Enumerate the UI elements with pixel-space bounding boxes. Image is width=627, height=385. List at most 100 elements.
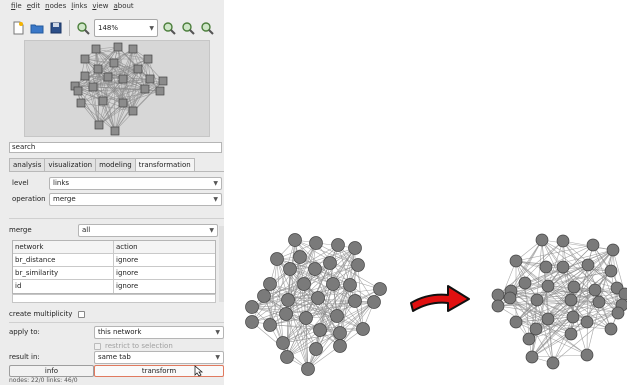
tab-visualization[interactable]: visualization [44, 158, 97, 171]
chevron-down-icon: ▼ [213, 180, 218, 187]
zoom-level-select[interactable]: 148% ▼ [94, 19, 158, 37]
apply-to-label: apply to: [9, 328, 40, 336]
merge-label: merge [9, 226, 32, 234]
graph-node [263, 318, 277, 332]
graph-node [91, 44, 101, 54]
create-multiplicity-checkbox[interactable] [78, 310, 86, 318]
graph-node [491, 288, 505, 302]
operation-value: merge [53, 195, 76, 203]
graph-node [518, 276, 532, 290]
graph-node [299, 311, 313, 325]
graph-node [348, 294, 362, 308]
open-button[interactable] [29, 20, 45, 36]
graph-node [546, 356, 560, 370]
table-row[interactable]: id ignore [13, 280, 215, 293]
graph-node [509, 315, 523, 329]
menu-nodes[interactable]: nodes [45, 2, 66, 14]
graph-node [333, 326, 347, 340]
table-row[interactable]: br_similarity ignore [13, 267, 215, 280]
column-header-action[interactable]: action [114, 241, 215, 253]
tab-bar: analysis visualization modeling transfor… [9, 158, 195, 172]
zoom-in-button[interactable] [161, 20, 177, 36]
apply-to-value: this network [98, 328, 142, 336]
info-button[interactable]: info [9, 365, 94, 377]
graph-node [373, 282, 387, 296]
graph-node [348, 241, 362, 255]
red-arrow-icon [410, 285, 470, 312]
graph-node [588, 283, 602, 297]
chevron-down-icon: ▼ [213, 196, 218, 203]
level-row: level links ▼ [9, 177, 224, 190]
zoom-reset-button[interactable] [199, 20, 215, 36]
action-cell[interactable]: ignore [114, 267, 215, 279]
graph-node [356, 322, 370, 336]
search-input[interactable]: search [9, 142, 222, 153]
merge-select[interactable]: all ▼ [78, 224, 218, 237]
graph-node [113, 42, 123, 52]
graph-node [606, 243, 620, 257]
chevron-down-icon: ▼ [149, 24, 154, 32]
graph-node [88, 82, 98, 92]
menu-about[interactable]: about [113, 2, 133, 14]
graph-node [564, 293, 578, 307]
graph-node [293, 250, 307, 264]
tab-transformation[interactable]: transformation [134, 158, 195, 172]
table-row[interactable]: br_distance ignore [13, 254, 215, 267]
graph-after-transform [491, 233, 627, 370]
column-header-network[interactable]: network [13, 241, 114, 253]
new-file-button[interactable] [10, 20, 26, 36]
graph-node [245, 315, 259, 329]
tab-modeling[interactable]: modeling [95, 158, 136, 171]
transform-button[interactable]: transform [94, 365, 224, 377]
graph-node [535, 233, 549, 247]
graph-node [503, 291, 517, 305]
level-label: level [12, 179, 29, 187]
level-value: links [53, 179, 70, 187]
empty-field [12, 294, 216, 303]
restrict-checkbox[interactable] [94, 342, 101, 350]
graph-node [343, 278, 357, 292]
graph-edge [294, 239, 356, 249]
graph-node [491, 299, 505, 313]
graph-node [76, 98, 86, 108]
menu-links[interactable]: links [71, 2, 87, 14]
chevron-down-icon: ▼ [209, 227, 214, 234]
network-cell: id [13, 280, 114, 293]
tab-analysis[interactable]: analysis [9, 158, 46, 171]
menu-view[interactable]: view [92, 2, 108, 14]
graph-node [118, 74, 128, 84]
save-button[interactable] [48, 20, 64, 36]
graph-node [530, 293, 544, 307]
graph-node [133, 64, 143, 74]
graph-node [611, 306, 625, 320]
graph-node [140, 84, 150, 94]
result-in-row: result in: same tab ▼ [0, 351, 224, 364]
apply-to-select[interactable]: this network ▼ [94, 326, 224, 339]
apply-to-row: apply to: this network ▼ [0, 326, 224, 339]
options-scrollbar[interactable] [219, 226, 224, 302]
operation-select[interactable]: merge ▼ [49, 193, 222, 206]
graph-node [98, 96, 108, 106]
network-cell: br_similarity [13, 267, 114, 279]
merge-attribute-table: network action br_distance ignore br_sim… [12, 240, 216, 294]
menu-edit[interactable]: edit [27, 2, 40, 14]
result-in-select[interactable]: same tab ▼ [94, 351, 224, 364]
graph-node [564, 327, 578, 341]
network-preview[interactable] [24, 40, 210, 137]
graph-node [541, 312, 555, 326]
zoom-out-button[interactable] [180, 20, 196, 36]
toolbar: 148% ▼ [10, 16, 224, 40]
zoom-fit-icon [77, 22, 90, 35]
save-disk-icon [50, 22, 62, 34]
graph-node [509, 254, 523, 268]
graph-before-transform [245, 233, 387, 376]
level-select[interactable]: links ▼ [49, 177, 222, 190]
action-cell[interactable]: ignore [114, 254, 215, 266]
menu-bar: file edit nodes links view about [0, 2, 224, 14]
action-cell[interactable]: ignore [114, 280, 215, 293]
graph-node [276, 336, 290, 350]
menu-file[interactable]: file [11, 2, 22, 14]
result-in-label: result in: [9, 353, 40, 361]
zoom-fit-button[interactable] [75, 20, 91, 36]
graph-node [556, 234, 570, 248]
